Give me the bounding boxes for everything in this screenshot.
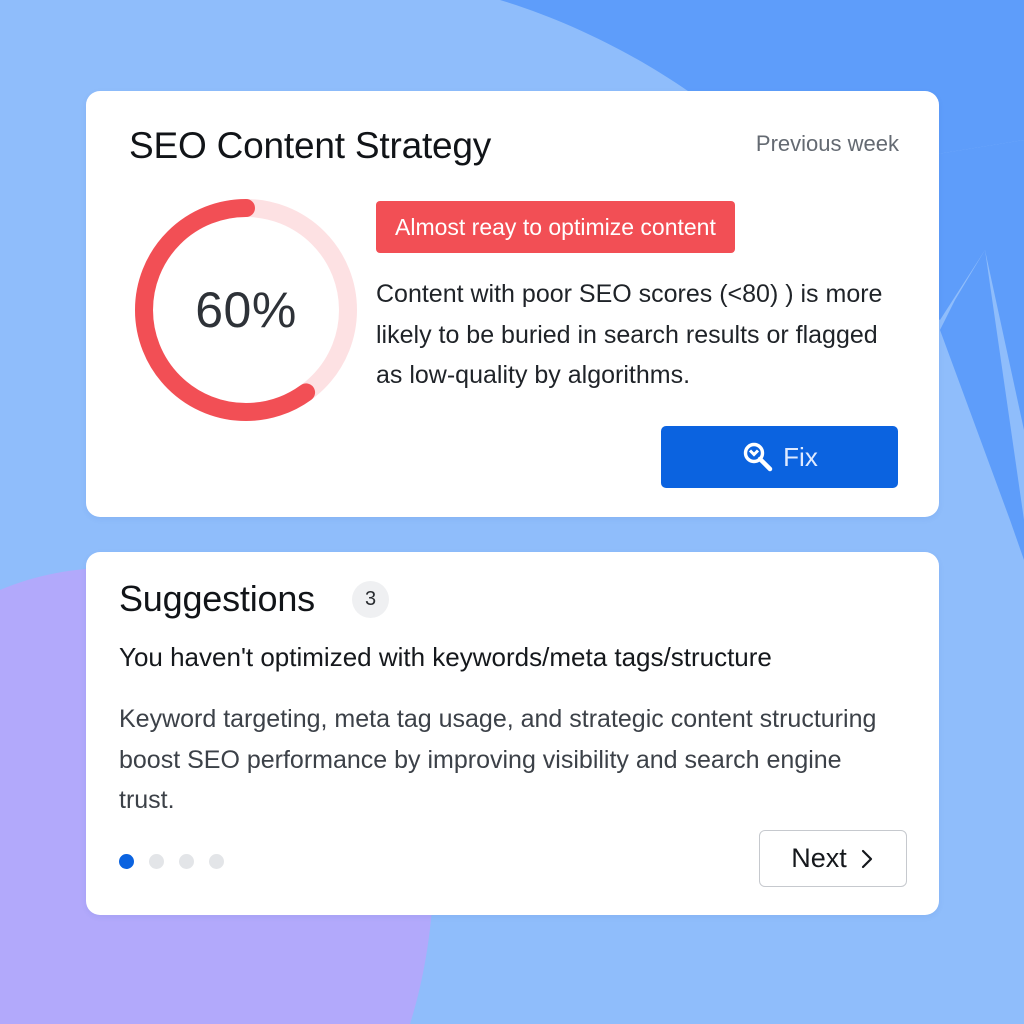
next-button[interactable]: Next — [759, 830, 907, 887]
pagination-dot[interactable] — [149, 854, 164, 869]
suggestion-body: Keyword targeting, meta tag usage, and s… — [119, 705, 877, 814]
chevron-right-icon — [859, 848, 875, 870]
pagination-dot[interactable] — [209, 854, 224, 869]
next-button-label: Next — [791, 843, 847, 873]
pagination-dots — [119, 854, 224, 869]
suggestions-card: Suggestions 3 You haven't optimized with… — [86, 552, 939, 915]
fix-button-label: Fix — [783, 441, 818, 472]
wrench-search-icon — [741, 440, 775, 474]
seo-strategy-card: SEO Content Strategy Previous week 60% A… — [86, 91, 939, 517]
suggestion-heading: You haven't optimized with keywords/meta… — [119, 642, 772, 672]
fix-button[interactable]: Fix — [661, 426, 898, 488]
pagination-dot[interactable] — [119, 854, 134, 869]
suggestions-title: Suggestions — [119, 578, 315, 619]
status-badge: Almost reay to optimize content — [376, 201, 735, 253]
period-selector[interactable]: Previous week — [756, 131, 899, 157]
suggestions-count-badge: 3 — [352, 581, 389, 618]
pagination-dot[interactable] — [179, 854, 194, 869]
card-title: SEO Content Strategy — [129, 125, 492, 166]
progress-percent: 60% — [195, 282, 297, 338]
card-description: Content with poor SEO scores (<80) ) is … — [376, 280, 883, 389]
progress-ring: 60% — [128, 192, 364, 428]
